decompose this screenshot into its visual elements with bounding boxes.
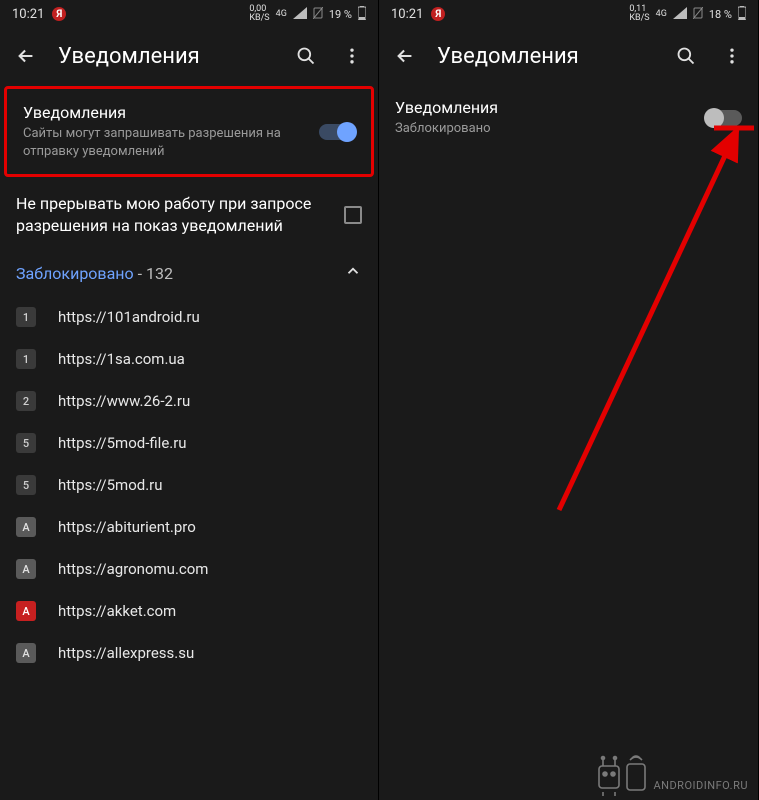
statusbar: 10:21 Я 0,00KB/S 4G 19 %	[0, 0, 378, 28]
search-button[interactable]	[292, 42, 320, 70]
battery-icon	[738, 6, 746, 23]
site-row[interactable]: Ahttps://akket.com	[0, 590, 378, 632]
site-row[interactable]: 2 https://www.26-2.ru	[0, 380, 378, 422]
phone-right: 10:21 Я 0,11KB/S 4G 18 % Уведомления	[379, 0, 758, 800]
blocked-count: 132	[146, 264, 173, 283]
chevron-up-icon	[344, 262, 362, 284]
blocked-label: Заблокировано	[16, 264, 134, 283]
status-time: 10:21	[12, 7, 44, 22]
status-right: 0,11KB/S 4G 18 %	[629, 5, 746, 23]
site-row[interactable]: Ahttps://allexpress.su	[0, 632, 378, 674]
site-url: https://agronomu.com	[58, 560, 208, 578]
status-time: 10:21	[391, 7, 423, 22]
site-favicon: 1	[16, 307, 36, 327]
yandex-icon: Я	[52, 7, 66, 21]
quiet-checkbox[interactable]	[344, 206, 362, 224]
appbar: Уведомления	[379, 28, 758, 84]
site-row[interactable]: 5 https://5mod-file.ru	[0, 422, 378, 464]
site-row[interactable]: Ahttps://abiturient.pro	[0, 506, 378, 548]
notifications-title: Уведомления	[23, 103, 307, 122]
data-rate: 0,00KB/S	[249, 5, 269, 23]
logo-icon	[595, 752, 645, 792]
statusbar: 10:21 Я 0,11KB/S 4G 18 %	[379, 0, 758, 28]
notifications-toggle-row[interactable]: Уведомления Сайты могут запрашивать разр…	[7, 89, 371, 174]
notifications-toggle-row[interactable]: Уведомления Заблокировано	[379, 84, 758, 152]
overflow-menu-button[interactable]	[338, 42, 366, 70]
notifications-title: Уведомления	[395, 98, 694, 117]
battery-icon	[358, 6, 366, 23]
battery-pct: 19 %	[329, 8, 352, 21]
status-right: 0,00KB/S 4G 19 %	[249, 5, 366, 23]
blocked-sites-list: 1 https://101android.ru 1 https://1sa.com.u…	[0, 296, 378, 674]
site-row[interactable]: 5 https://5mod.ru	[0, 464, 378, 506]
battery-pct: 18 %	[709, 8, 732, 21]
site-url: https://5mod.ru	[58, 476, 163, 494]
signal-icon	[673, 7, 687, 22]
data-rate: 0,11KB/S	[629, 5, 649, 23]
site-url: https://1sa.com.ua	[58, 350, 185, 368]
site-row[interactable]: 1 https://101android.ru	[0, 296, 378, 338]
notifications-switch[interactable]	[319, 124, 355, 140]
network-icon: 4G	[656, 10, 667, 19]
back-button[interactable]	[12, 42, 40, 70]
site-favicon: 5	[16, 433, 36, 453]
page-title: Уведомления	[437, 44, 654, 69]
site-url: https://5mod-file.ru	[58, 434, 187, 452]
no-sim-icon	[313, 7, 323, 22]
appbar: Уведомления	[0, 28, 378, 84]
search-button[interactable]	[672, 42, 700, 70]
watermark-text: ANDROIDINFO.RU	[653, 779, 748, 792]
site-favicon: A	[16, 517, 36, 537]
site-url: https://akket.com	[58, 602, 176, 620]
arrow-annotation	[519, 110, 758, 530]
notifications-subtitle: Сайты могут запрашивать разрешения на от…	[23, 125, 307, 160]
yandex-icon: Я	[431, 7, 445, 21]
site-row[interactable]: 1 https://1sa.com.ua	[0, 338, 378, 380]
no-sim-icon	[693, 7, 703, 22]
site-favicon: A	[16, 559, 36, 579]
blocked-section-header[interactable]: Заблокировано - 132	[0, 250, 378, 296]
site-url: https://101android.ru	[58, 308, 200, 326]
watermark: ANDROIDINFO.RU	[595, 752, 748, 792]
page-title: Уведомления	[58, 44, 274, 69]
back-button[interactable]	[391, 42, 419, 70]
quiet-notifications-row[interactable]: Не прерывать мою работу при запросе разр…	[0, 179, 378, 250]
notifications-switch[interactable]	[706, 110, 742, 126]
overflow-menu-button[interactable]	[718, 42, 746, 70]
quiet-label: Не прерывать мою работу при запросе разр…	[16, 193, 332, 236]
site-favicon: 5	[16, 475, 36, 495]
network-icon: 4G	[276, 10, 287, 19]
site-row[interactable]: Ahttps://agronomu.com	[0, 548, 378, 590]
notifications-subtitle: Заблокировано	[395, 120, 694, 138]
site-url: https://www.26-2.ru	[58, 392, 190, 410]
highlight-annotation: Уведомления Сайты могут запрашивать разр…	[4, 86, 374, 177]
site-favicon: 1	[16, 349, 36, 369]
site-favicon: A	[16, 601, 36, 621]
signal-icon	[293, 7, 307, 22]
site-favicon: A	[16, 643, 36, 663]
site-url: https://allexpress.su	[58, 644, 194, 662]
site-url: https://abiturient.pro	[58, 518, 196, 536]
phone-left: 10:21 Я 0,00KB/S 4G 19 % Уведомления	[0, 0, 379, 800]
site-favicon: 2	[16, 391, 36, 411]
